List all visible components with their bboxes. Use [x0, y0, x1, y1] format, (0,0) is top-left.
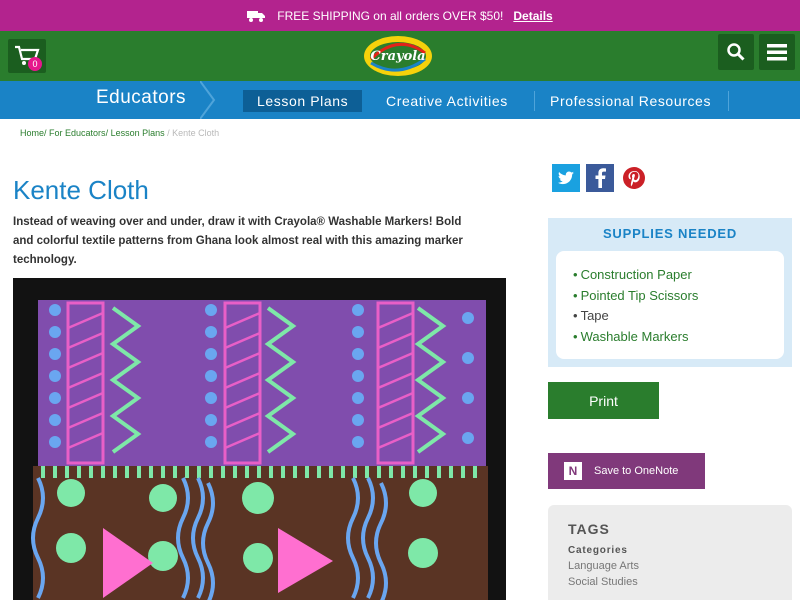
nav-divider: [534, 91, 535, 111]
breadcrumb-lesson-plans[interactable]: Lesson Plans: [111, 128, 165, 138]
page-description: Instead of weaving over and under, draw …: [13, 216, 463, 266]
breadcrumb-for-educators[interactable]: For Educators: [49, 128, 106, 138]
menu-button[interactable]: [759, 34, 795, 70]
truck-icon: [247, 10, 266, 22]
promo-bar: FREE SHIPPING on all orders OVER $50! De…: [0, 0, 800, 31]
section-title[interactable]: Educators: [96, 87, 186, 109]
onenote-icon: N: [564, 462, 582, 480]
svg-text:Crayola: Crayola: [370, 49, 425, 64]
breadcrumb: Home/ For Educators/ Lesson Plans / Kent…: [20, 128, 220, 138]
supply-item: • Tape: [573, 308, 609, 323]
supplies-panel: SUPPLIES NEEDED • Construction Paper • Poi…: [548, 218, 792, 367]
breadcrumb-current: Kente Cloth: [172, 128, 220, 138]
breadcrumb-home[interactable]: Home: [20, 128, 44, 138]
hamburger-icon: [767, 44, 787, 61]
kente-artwork-image: [13, 278, 506, 600]
save-to-onenote-button[interactable]: N Save to OneNote: [548, 453, 705, 489]
tab-professional-resources[interactable]: Professional Resources: [536, 90, 725, 112]
search-button[interactable]: [718, 34, 754, 70]
crayola-logo[interactable]: Crayola: [363, 35, 433, 77]
tags-panel: TAGS Categories Language Arts Social Stu…: [548, 505, 792, 600]
search-icon: [727, 43, 745, 61]
tag-link[interactable]: Language Arts: [568, 558, 792, 574]
page-title: Kente Cloth: [13, 175, 149, 205]
site-header: 0 Crayola: [0, 31, 800, 81]
tab-lesson-plans[interactable]: Lesson Plans: [243, 90, 363, 112]
tag-link[interactable]: Social Studies: [568, 574, 792, 590]
tab-creative-activities[interactable]: Creative Activities: [372, 90, 522, 112]
pinterest-share-button[interactable]: [620, 164, 648, 192]
promo-details-link[interactable]: Details: [513, 9, 552, 23]
print-button[interactable]: Print: [548, 382, 659, 419]
nav-divider: [728, 91, 729, 111]
cart-count-badge: 0: [28, 57, 42, 71]
tags-heading: TAGS: [568, 521, 610, 537]
cart-button[interactable]: 0: [8, 39, 46, 73]
supplies-heading: SUPPLIES NEEDED: [602, 226, 738, 241]
supplies-list: • Construction Paper • Pointed Tip Scissor…: [556, 251, 784, 359]
facebook-share-button[interactable]: [586, 164, 614, 192]
tags-category-label: Categories: [568, 545, 628, 556]
supply-item[interactable]: • Washable Markers: [573, 327, 784, 348]
supply-item[interactable]: • Construction Paper: [573, 265, 784, 286]
promo-text: FREE SHIPPING on all orders OVER $50!: [277, 8, 504, 23]
facebook-icon: [595, 168, 606, 188]
supply-item[interactable]: • Pointed Tip Scissors: [573, 286, 784, 307]
onenote-label: Save to OneNote: [594, 465, 679, 477]
pinterest-icon: [623, 167, 645, 189]
twitter-share-button[interactable]: [552, 164, 580, 192]
twitter-icon: [558, 171, 574, 185]
section-nav: Educators Lesson Plans Creative Activiti…: [0, 81, 800, 119]
section-arrow-icon: [200, 81, 216, 119]
